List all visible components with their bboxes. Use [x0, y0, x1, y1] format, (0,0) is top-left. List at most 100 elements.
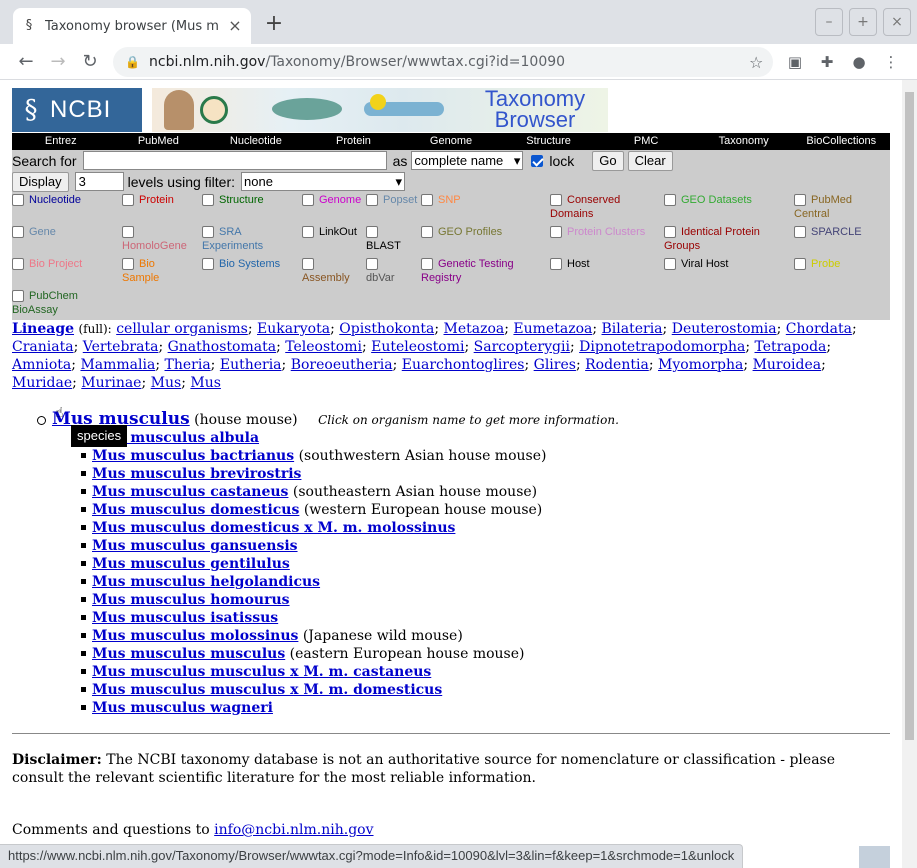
filter-genome[interactable]: Genome: [302, 193, 361, 207]
clear-button[interactable]: Clear: [627, 150, 673, 171]
lineage-item[interactable]: Craniata: [12, 339, 74, 355]
filter-checkbox[interactable]: [366, 258, 378, 271]
lineage-item[interactable]: Amniota: [12, 357, 71, 373]
filter-checkbox[interactable]: [202, 226, 214, 239]
lineage-link[interactable]: Lineage: [12, 321, 74, 337]
filter-bio[interactable]: Bio Sample: [122, 257, 159, 285]
filter-checkbox[interactable]: [366, 194, 378, 207]
lineage-item[interactable]: Mammalia: [80, 357, 155, 373]
child-taxon-link[interactable]: Mus musculus molossinus: [92, 628, 298, 644]
lineage-item[interactable]: Myomorpha: [658, 357, 743, 373]
filter-checkbox[interactable]: [664, 226, 676, 239]
filter-pubmed[interactable]: PubMed Central: [794, 193, 852, 221]
filter-checkbox[interactable]: [302, 194, 314, 207]
filter-checkbox[interactable]: [794, 226, 806, 239]
back-icon[interactable]: ←: [14, 50, 38, 74]
filter-protein-clusters[interactable]: Protein Clusters: [550, 225, 645, 239]
lineage-item[interactable]: Chordata: [786, 321, 852, 337]
filter-bio-project[interactable]: Bio Project: [12, 257, 82, 271]
display-button[interactable]: Display: [12, 171, 69, 192]
lineage-item[interactable]: Metazoa: [444, 321, 505, 337]
lineage-item[interactable]: Mus: [190, 375, 221, 391]
nav-item-protein[interactable]: Protein: [305, 133, 403, 150]
filter-checkbox[interactable]: [202, 194, 214, 207]
levels-input[interactable]: [74, 172, 124, 191]
lineage-item[interactable]: Vertebrata: [83, 339, 159, 355]
filter-sra[interactable]: SRA Experiments: [202, 225, 263, 253]
child-taxon-link[interactable]: Mus musculus brevirostris: [92, 466, 301, 482]
address-bar[interactable]: 🔒 ncbi.nlm.nih.gov/Taxonomy/Browser/wwwt…: [113, 47, 773, 77]
lineage-item[interactable]: Deuterostomia: [672, 321, 777, 337]
vertical-scrollbar[interactable]: [902, 80, 917, 868]
child-taxon-link[interactable]: Mus musculus homourus: [92, 592, 290, 608]
filter-checkbox[interactable]: [664, 258, 676, 271]
child-taxon-link[interactable]: Mus musculus wagneri: [92, 700, 273, 716]
filter-genetic-testing[interactable]: Genetic Testing Registry: [421, 257, 514, 285]
lineage-item[interactable]: Teleostomi: [285, 339, 362, 355]
filter-checkbox[interactable]: [12, 226, 24, 239]
child-taxon-link[interactable]: Mus musculus helgolandicus: [92, 574, 320, 590]
close-tab-icon[interactable]: ×: [227, 18, 243, 34]
contact-email-link[interactable]: info@ncbi.nlm.nih.gov: [214, 822, 373, 838]
filter-checkbox[interactable]: [550, 258, 562, 271]
filter-pubchem[interactable]: PubChem BioAssay: [12, 289, 78, 317]
search-mode-select[interactable]: complete name ▾: [411, 151, 524, 170]
lineage-item[interactable]: Gnathostomata: [168, 339, 276, 355]
filter-checkbox[interactable]: [664, 194, 676, 207]
lineage-item[interactable]: Rodentia: [585, 357, 649, 373]
filter-checkbox[interactable]: [12, 290, 24, 303]
filter-probe[interactable]: Probe: [794, 257, 840, 271]
filter-checkbox[interactable]: [550, 226, 562, 239]
maximize-icon[interactable]: +: [849, 8, 877, 36]
browser-tab[interactable]: § Taxonomy browser (Mus m ×: [13, 8, 251, 44]
lineage-item[interactable]: Dipnotetrapodomorpha: [579, 339, 745, 355]
child-taxon-link[interactable]: Mus musculus gansuensis: [92, 538, 298, 554]
nav-item-entrez[interactable]: Entrez: [12, 133, 110, 150]
filter-checkbox[interactable]: [421, 226, 433, 239]
lineage-item[interactable]: Glires: [534, 357, 576, 373]
lineage-item[interactable]: Theria: [165, 357, 211, 373]
child-taxon-link[interactable]: Mus musculus musculus x M. m. domesticus: [92, 682, 442, 698]
lineage-item[interactable]: Murinae: [81, 375, 141, 391]
scrollbar-thumb[interactable]: [905, 92, 914, 740]
nav-item-pubmed[interactable]: PubMed: [110, 133, 208, 150]
ncbi-logo[interactable]: § NCBI: [12, 88, 142, 132]
lineage-item[interactable]: Eumetazoa: [513, 321, 592, 337]
filter-snp[interactable]: SNP: [421, 193, 461, 207]
nav-item-structure[interactable]: Structure: [500, 133, 598, 150]
child-taxon-link[interactable]: Mus musculus isatissus: [92, 610, 278, 626]
filter-checkbox[interactable]: [12, 258, 24, 271]
filter-checkbox[interactable]: [302, 258, 314, 271]
filter-geo-datasets[interactable]: GEO Datasets: [664, 193, 752, 207]
minimize-icon[interactable]: –: [815, 8, 843, 36]
child-taxon-link[interactable]: Mus musculus gentilulus: [92, 556, 290, 572]
extension-icon[interactable]: ▣: [785, 52, 805, 72]
reload-icon[interactable]: ↻: [78, 50, 102, 74]
lineage-item[interactable]: Bilateria: [602, 321, 663, 337]
child-taxon-link[interactable]: Mus musculus domesticus: [92, 502, 299, 518]
filter-checkbox[interactable]: [122, 194, 134, 207]
filter-popset[interactable]: Popset: [366, 193, 417, 207]
filter-select[interactable]: none ▾: [241, 172, 406, 191]
child-taxon-link[interactable]: Mus musculus musculus: [92, 646, 285, 662]
filter-assembly[interactable]: Assembly: [302, 257, 350, 285]
nav-item-genome[interactable]: Genome: [402, 133, 500, 150]
filter-checkbox[interactable]: [794, 258, 806, 271]
bookmark-star-icon[interactable]: ☆: [749, 53, 773, 72]
filter-checkbox[interactable]: [302, 226, 314, 239]
filter-nucleotide[interactable]: Nucleotide: [12, 193, 81, 207]
lineage-item[interactable]: Muroidea: [753, 357, 822, 373]
filter-checkbox[interactable]: [122, 258, 134, 271]
nav-item-pmc[interactable]: PMC: [597, 133, 695, 150]
filter-checkbox[interactable]: [202, 258, 214, 271]
child-taxon-link[interactable]: Mus musculus bactrianus: [92, 448, 294, 464]
nav-item-taxonomy[interactable]: Taxonomy: [695, 133, 793, 150]
filter-checkbox[interactable]: [421, 258, 433, 271]
filter-gene[interactable]: Gene: [12, 225, 56, 239]
lineage-item[interactable]: Muridae: [12, 375, 72, 391]
filter-blast[interactable]: BLAST: [366, 225, 401, 253]
search-input[interactable]: [82, 151, 387, 170]
filter-sparcle[interactable]: SPARCLE: [794, 225, 862, 239]
filter-checkbox[interactable]: [12, 194, 24, 207]
filter-checkbox[interactable]: [421, 194, 433, 207]
